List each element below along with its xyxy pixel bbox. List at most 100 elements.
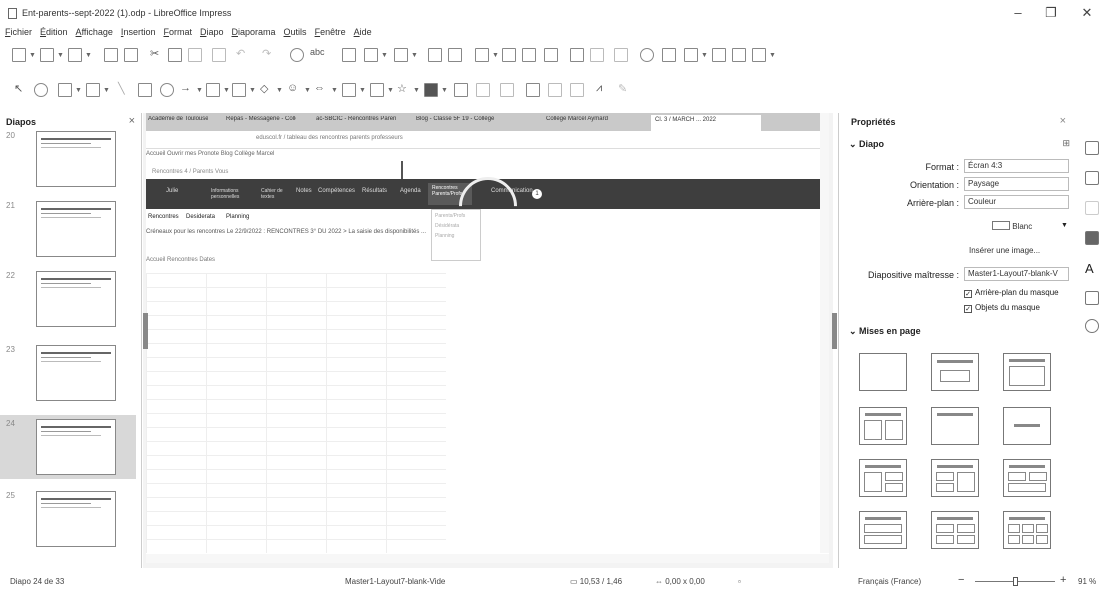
minimize-button[interactable]: –: [1003, 4, 1033, 22]
line-arrow-icon[interactable]: →: [180, 82, 191, 94]
vertical-scrollbar[interactable]: [820, 113, 829, 553]
properties-deck-icon[interactable]: [1085, 141, 1099, 155]
chevron-down-icon[interactable]: ▼: [331, 87, 338, 94]
collapse-sidebar-handle[interactable]: [832, 313, 837, 349]
layout-title-slide[interactable]: [931, 353, 979, 391]
arrange-icon[interactable]: [500, 83, 514, 97]
master-slide-icon[interactable]: [394, 48, 408, 62]
close-icon[interactable]: ×: [129, 115, 135, 127]
print-icon[interactable]: [124, 48, 138, 62]
background-select[interactable]: Couleur: [964, 195, 1069, 209]
rectangle-icon[interactable]: [138, 83, 152, 97]
master-background-checkbox[interactable]: ✓ Arrière-plan du masque: [964, 288, 1059, 298]
insert-image-button[interactable]: Insérer une image...: [969, 246, 1040, 255]
start-presentation-icon[interactable]: [428, 48, 442, 62]
symbol-shapes-icon[interactable]: ☺: [287, 82, 298, 94]
chevron-down-icon[interactable]: ▼: [57, 52, 64, 59]
section-diapo[interactable]: ⌄ Diapo: [849, 139, 884, 150]
callouts-icon[interactable]: [370, 83, 384, 97]
chevron-down-icon[interactable]: ▼: [85, 52, 92, 59]
rotate-icon[interactable]: [454, 83, 468, 97]
master-slides-icon[interactable]: [1085, 231, 1099, 245]
delete-slide-icon[interactable]: [732, 48, 746, 62]
basic-shapes-icon[interactable]: ◇: [260, 82, 268, 95]
animation-icon[interactable]: [1085, 201, 1099, 215]
curve-icon[interactable]: [206, 83, 220, 97]
new-document-icon[interactable]: [12, 48, 26, 62]
grid-icon[interactable]: [342, 48, 356, 62]
slide-canvas[interactable]: Académie de Toulouse Repas - Messagerie …: [146, 113, 829, 563]
layout-title-2-content[interactable]: [859, 407, 907, 445]
chevron-down-icon[interactable]: ▼: [492, 52, 499, 59]
select-arrow-icon[interactable]: ↖: [14, 82, 23, 95]
save-icon[interactable]: [68, 48, 82, 62]
display-views-icon[interactable]: [364, 48, 378, 62]
shadow-icon[interactable]: [526, 83, 540, 97]
layout-title-content[interactable]: [1003, 353, 1051, 391]
collapse-slides-pane-handle[interactable]: [143, 313, 148, 349]
slide-layout-icon[interactable]: [752, 48, 766, 62]
media-icon[interactable]: [522, 48, 536, 62]
close-button[interactable]: ✕: [1072, 4, 1102, 22]
document-modified-icon[interactable]: ▫: [738, 577, 741, 586]
master-slide-name[interactable]: Master1-Layout7-blank-Vide: [345, 577, 445, 586]
line-color-icon[interactable]: [58, 83, 72, 97]
orientation-select[interactable]: Paysage: [964, 177, 1069, 191]
undo-icon[interactable]: ↶: [236, 47, 245, 60]
layout-title-2-content-over-content[interactable]: [1003, 459, 1051, 497]
stars-icon[interactable]: ☆: [397, 82, 407, 95]
3d-objects-icon[interactable]: [424, 83, 438, 97]
block-arrows-icon[interactable]: ⇔: [314, 82, 325, 94]
layout-title-6-content[interactable]: [1003, 511, 1051, 549]
chart-icon[interactable]: [544, 48, 558, 62]
chevron-down-icon[interactable]: ▼: [223, 87, 230, 94]
hyperlink-icon[interactable]: [640, 48, 654, 62]
menu-fichier[interactable]: Fichier: [0, 25, 35, 37]
language-indicator[interactable]: Français (France): [858, 577, 921, 586]
close-icon[interactable]: ×: [1060, 115, 1066, 127]
fontwork-icon[interactable]: [614, 48, 628, 62]
chevron-down-icon[interactable]: ▼: [276, 87, 283, 94]
align-objects-icon[interactable]: [476, 83, 490, 97]
chevron-down-icon[interactable]: ▼: [196, 87, 203, 94]
spelling-icon[interactable]: abc: [310, 47, 325, 57]
new-slide-icon[interactable]: [684, 48, 698, 62]
styles-icon[interactable]: A: [1085, 261, 1099, 276]
chevron-down-icon[interactable]: ▼: [411, 52, 418, 59]
text-box-icon[interactable]: [570, 48, 584, 62]
color-select[interactable]: Blanc: [989, 220, 1059, 234]
slide-thumbnail[interactable]: 23: [0, 341, 136, 405]
chevron-down-icon[interactable]: ▼: [1061, 222, 1068, 229]
chevron-down-icon[interactable]: ▼: [701, 52, 708, 59]
line-tool-icon[interactable]: ╲: [118, 82, 125, 95]
layout-title-content-over-content[interactable]: [859, 511, 907, 549]
comment-icon[interactable]: [662, 48, 676, 62]
flowchart-icon[interactable]: [342, 83, 356, 97]
navigator-icon[interactable]: [1085, 319, 1099, 333]
menu-aide[interactable]: Aide: [349, 25, 375, 37]
copy-icon[interactable]: [168, 48, 182, 62]
zoom-pan-icon[interactable]: [34, 83, 48, 97]
cut-icon[interactable]: ✂: [150, 47, 159, 60]
table-icon[interactable]: [475, 48, 489, 62]
chevron-down-icon[interactable]: ▼: [769, 52, 776, 59]
chevron-down-icon[interactable]: ▼: [359, 87, 366, 94]
menu-diapo[interactable]: Diapo: [195, 25, 227, 37]
ellipse-icon[interactable]: [160, 83, 174, 97]
menu-diaporama[interactable]: Diaporama: [227, 25, 279, 37]
layout-title-only[interactable]: [931, 407, 979, 445]
section-layouts[interactable]: ⌄ Mises en page: [849, 326, 921, 337]
layout-blank[interactable]: [859, 353, 907, 391]
zoom-out-button[interactable]: −: [958, 574, 964, 586]
slide-thumbnail[interactable]: 20: [0, 127, 136, 191]
paste-icon[interactable]: [188, 48, 202, 62]
menu-edition[interactable]: Édition: [35, 25, 71, 37]
chevron-down-icon[interactable]: ▼: [387, 87, 394, 94]
redo-icon[interactable]: ↷: [262, 47, 271, 60]
zoom-slider-handle[interactable]: [1013, 577, 1018, 586]
glue-points-icon[interactable]: ✎: [618, 82, 627, 95]
layout-title-4-content[interactable]: [931, 511, 979, 549]
presentation-current-icon[interactable]: [448, 48, 462, 62]
menu-affichage[interactable]: Affichage: [71, 25, 116, 37]
chevron-down-icon[interactable]: ▼: [304, 87, 311, 94]
